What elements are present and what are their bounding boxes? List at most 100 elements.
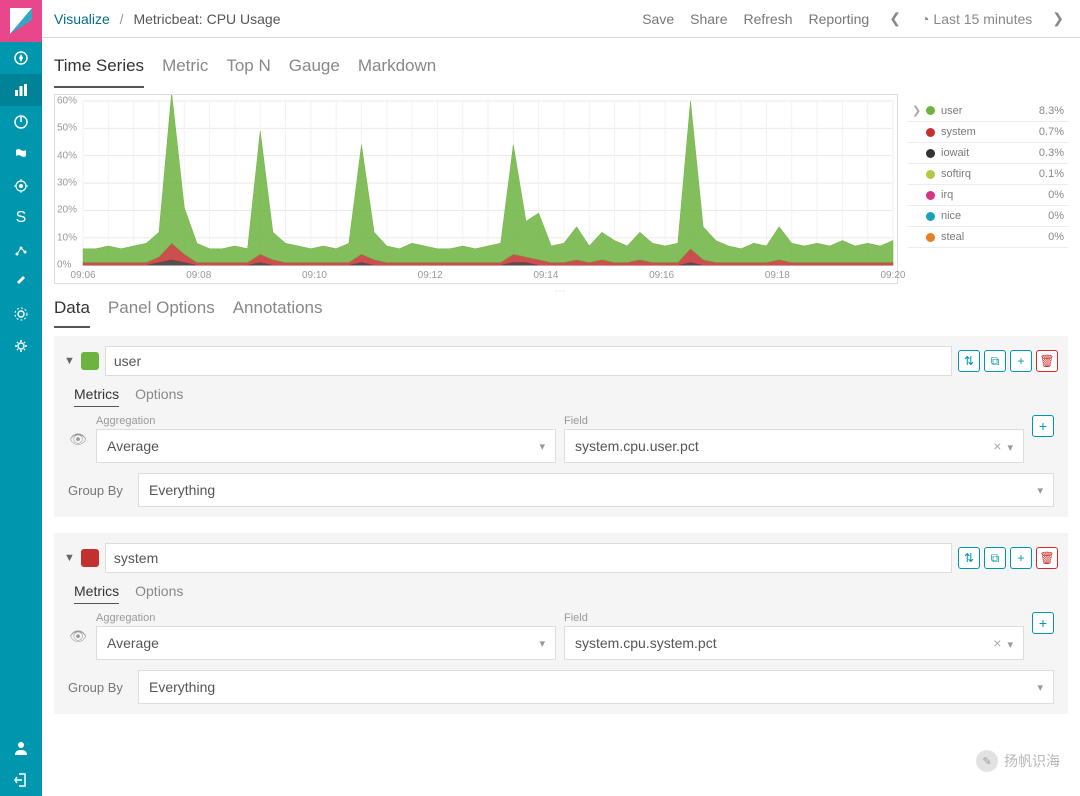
tab-annotations[interactable]: Annotations bbox=[233, 298, 323, 328]
nav-dashboard-icon[interactable] bbox=[0, 106, 42, 138]
nav-user-icon[interactable] bbox=[0, 732, 42, 764]
reporting-link[interactable]: Reporting bbox=[809, 11, 870, 27]
legend-name: steal bbox=[941, 231, 1048, 243]
watermark: ✎ 扬帆识海 bbox=[976, 750, 1060, 772]
aggregation-select[interactable]: Average▾ bbox=[96, 429, 556, 463]
tab-metric[interactable]: Metric bbox=[162, 56, 208, 88]
field-clear-icon[interactable]: × bbox=[993, 635, 1001, 651]
legend-item[interactable]: system 0.7% bbox=[908, 122, 1068, 143]
field-combobox[interactable]: system.cpu.user.pct×▾ bbox=[564, 429, 1024, 463]
legend-value: 0.1% bbox=[1039, 168, 1064, 180]
subtab-options[interactable]: Options bbox=[135, 583, 183, 604]
tab-top-n[interactable]: Top N bbox=[226, 56, 270, 88]
legend-item[interactable]: irq 0% bbox=[908, 185, 1068, 206]
x-tick-label: 09:16 bbox=[649, 270, 674, 281]
aggregation-label: Aggregation bbox=[96, 415, 556, 427]
refresh-link[interactable]: Refresh bbox=[743, 11, 792, 27]
legend-item[interactable]: softirq 0.1% bbox=[908, 164, 1068, 185]
nav-discover-icon[interactable] bbox=[0, 42, 42, 74]
aggregation-select[interactable]: Average▾ bbox=[96, 626, 556, 660]
tab-markdown[interactable]: Markdown bbox=[358, 56, 436, 88]
tab-time-series[interactable]: Time Series bbox=[54, 56, 144, 88]
nav-visualize-icon[interactable] bbox=[0, 74, 42, 106]
nav-logout-icon[interactable] bbox=[0, 764, 42, 796]
series-editor: ▼ ⇅ ⧉ + 🗑 Metrics Options 👁 Aggregation … bbox=[54, 336, 1068, 517]
top-bar: Visualize / Metricbeat: CPU Usage Save S… bbox=[42, 0, 1080, 38]
group-by-select[interactable]: Everything▾ bbox=[138, 670, 1054, 704]
legend-color-swatch bbox=[926, 191, 935, 200]
legend-value: 0% bbox=[1048, 210, 1064, 222]
y-tick-label: 0% bbox=[57, 260, 71, 271]
series-delete-button[interactable]: 🗑 bbox=[1036, 547, 1058, 569]
legend-color-swatch bbox=[926, 233, 935, 242]
series-color-swatch[interactable] bbox=[81, 352, 99, 370]
series-add-button[interactable]: + bbox=[1010, 547, 1032, 569]
series-label-input[interactable] bbox=[105, 543, 952, 573]
chart: 0%10%20%30%40%50%60% 09:0609:0809:1009:1… bbox=[54, 94, 898, 284]
legend-value: 8.3% bbox=[1039, 105, 1064, 117]
x-tick-label: 09:10 bbox=[302, 270, 327, 281]
field-label: Field bbox=[564, 612, 1024, 624]
tab-panel-options[interactable]: Panel Options bbox=[108, 298, 215, 328]
field-combobox[interactable]: system.cpu.system.pct×▾ bbox=[564, 626, 1024, 660]
field-label: Field bbox=[564, 415, 1024, 427]
group-by-label: Group By bbox=[68, 680, 128, 695]
series-clone-button[interactable]: ⧉ bbox=[984, 350, 1006, 372]
nav-timelion-icon[interactable] bbox=[0, 138, 42, 170]
legend-name: softirq bbox=[941, 168, 1039, 180]
legend: ❯ user 8.3% system 0.7% iowait 0.3% soft… bbox=[908, 94, 1068, 284]
subtab-metrics[interactable]: Metrics bbox=[74, 583, 119, 604]
group-by-select[interactable]: Everything▾ bbox=[138, 473, 1054, 507]
field-clear-icon[interactable]: × bbox=[993, 438, 1001, 454]
tab-gauge[interactable]: Gauge bbox=[289, 56, 340, 88]
x-tick-label: 09:20 bbox=[880, 270, 905, 281]
legend-expand-icon: ❯ bbox=[912, 104, 926, 117]
legend-value: 0.7% bbox=[1039, 126, 1064, 138]
subtab-metrics[interactable]: Metrics bbox=[74, 386, 119, 407]
series-add-button[interactable]: + bbox=[1010, 350, 1032, 372]
tab-data[interactable]: Data bbox=[54, 298, 90, 328]
time-prev-icon[interactable]: ❮ bbox=[885, 10, 905, 27]
time-next-icon[interactable]: ❯ bbox=[1048, 10, 1068, 27]
y-tick-label: 60% bbox=[57, 95, 77, 106]
legend-color-swatch bbox=[926, 128, 935, 137]
y-tick-label: 20% bbox=[57, 205, 77, 216]
kibana-logo[interactable] bbox=[0, 0, 42, 42]
nav-devtools-icon[interactable] bbox=[0, 266, 42, 298]
legend-color-swatch bbox=[926, 106, 935, 115]
legend-color-swatch bbox=[926, 170, 935, 179]
x-tick-label: 09:18 bbox=[765, 270, 790, 281]
nav-ml-icon[interactable] bbox=[0, 234, 42, 266]
time-range[interactable]: ◔ Last 15 minutes bbox=[921, 11, 1032, 27]
series-collapse-icon[interactable]: ▼ bbox=[64, 355, 75, 367]
series-toggle-button[interactable]: ⇅ bbox=[958, 547, 980, 569]
legend-item[interactable]: iowait 0.3% bbox=[908, 143, 1068, 164]
series-label-input[interactable] bbox=[105, 346, 952, 376]
breadcrumb-root[interactable]: Visualize bbox=[54, 11, 110, 27]
series-clone-button[interactable]: ⧉ bbox=[984, 547, 1006, 569]
watermark-icon: ✎ bbox=[976, 750, 998, 772]
nav-s-icon[interactable]: S bbox=[0, 202, 42, 234]
series-delete-button[interactable]: 🗑 bbox=[1036, 350, 1058, 372]
series-color-swatch[interactable] bbox=[81, 549, 99, 567]
y-tick-label: 10% bbox=[57, 232, 77, 243]
nav-apm-icon[interactable] bbox=[0, 170, 42, 202]
nav-monitoring-icon[interactable] bbox=[0, 298, 42, 330]
legend-item[interactable]: nice 0% bbox=[908, 206, 1068, 227]
share-link[interactable]: Share bbox=[690, 11, 727, 27]
subtab-options[interactable]: Options bbox=[135, 386, 183, 407]
add-aggregation-button[interactable]: + bbox=[1032, 415, 1054, 437]
nav-management-icon[interactable] bbox=[0, 330, 42, 362]
legend-item[interactable]: steal 0% bbox=[908, 227, 1068, 248]
save-link[interactable]: Save bbox=[642, 11, 674, 27]
breadcrumb: Visualize / Metricbeat: CPU Usage bbox=[54, 11, 281, 27]
legend-item[interactable]: ❯ user 8.3% bbox=[908, 100, 1068, 122]
series-toggle-button[interactable]: ⇅ bbox=[958, 350, 980, 372]
series-collapse-icon[interactable]: ▼ bbox=[64, 552, 75, 564]
add-aggregation-button[interactable]: + bbox=[1032, 612, 1054, 634]
breadcrumb-current: Metricbeat: CPU Usage bbox=[133, 11, 280, 27]
metric-visibility-icon[interactable]: 👁 bbox=[68, 612, 88, 660]
metric-visibility-icon[interactable]: 👁 bbox=[68, 415, 88, 463]
y-tick-label: 50% bbox=[57, 123, 77, 134]
resize-handle[interactable]: ⋯ bbox=[42, 284, 1080, 298]
